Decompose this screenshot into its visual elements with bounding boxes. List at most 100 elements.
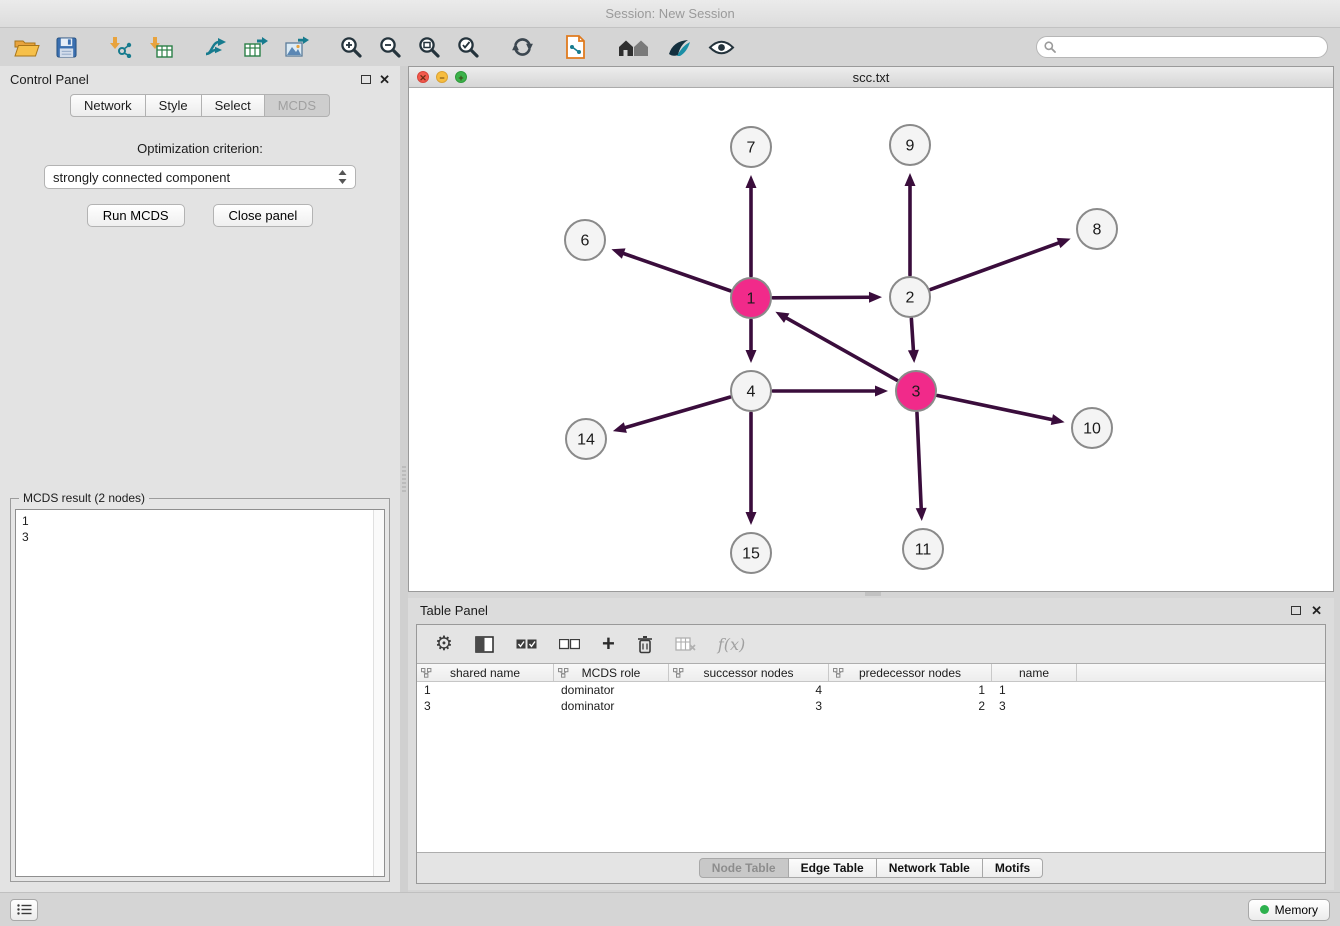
network-view[interactable]: 7 9 6 8 1 2 4 3 14 10 15 11 [409,89,1333,591]
graph-node[interactable]: 9 [890,125,930,165]
tab-motifs[interactable]: Motifs [983,858,1043,878]
delete-column-button[interactable] [635,633,655,656]
export-table-button[interactable] [242,34,271,60]
tab-edge-table[interactable]: Edge Table [789,858,877,878]
table-cell[interactable]: 4 [669,683,829,697]
graph-node[interactable]: 1 [731,278,771,318]
graph-node-label: 7 [747,140,756,157]
tab-network-table[interactable]: Network Table [877,858,983,878]
graph-node-label: 2 [906,290,915,307]
search-input[interactable] [1036,36,1328,58]
graph-node[interactable]: 15 [731,533,771,573]
table-cell[interactable]: dominator [554,699,669,713]
home-layout-button[interactable] [615,35,653,60]
graph-node[interactable]: 10 [1072,408,1112,448]
tab-style[interactable]: Style [146,94,202,117]
zoom-selected-button[interactable] [455,34,482,61]
graph-node[interactable]: 8 [1077,209,1117,249]
open-session-button[interactable] [12,35,42,60]
table-cell[interactable]: 2 [829,699,992,713]
graph-edge[interactable] [917,413,921,510]
table-cell[interactable]: 3 [417,699,554,713]
copy-style-button[interactable] [563,33,589,61]
style-group [563,33,589,61]
apply-style-button[interactable] [665,35,694,60]
graph-node[interactable]: 7 [731,127,771,167]
zoom-out-button[interactable] [377,34,404,61]
graph-edge[interactable] [773,297,871,298]
add-column-button[interactable]: + [600,631,617,657]
graph-node-label: 6 [581,233,590,250]
import-table-button[interactable] [146,34,175,60]
graph-edge[interactable] [785,317,897,380]
export-image-button[interactable] [283,34,312,60]
minimize-window-icon[interactable]: − [436,71,448,83]
run-mcds-button[interactable]: Run MCDS [87,204,185,227]
memory-button[interactable]: Memory [1248,899,1330,921]
show-hide-button[interactable] [706,37,737,58]
app-window: Session: New Session [0,0,1340,926]
select-all-button[interactable] [514,637,539,652]
fx-icon: f(x) [718,635,745,654]
graph-node[interactable]: 11 [903,529,943,569]
graph-edge[interactable] [911,319,913,352]
search-box [1036,36,1328,58]
table-cell[interactable]: 3 [992,699,1077,713]
maximize-window-icon[interactable]: + [455,71,467,83]
show-columns-button[interactable] [473,634,496,655]
graph-node[interactable]: 3 [896,371,936,411]
graph-node[interactable]: 6 [565,220,605,260]
graph-node[interactable]: 14 [566,419,606,459]
table-cell[interactable]: 1 [829,683,992,697]
graph-edge[interactable] [938,396,1054,420]
gear-icon: ⚙ [435,634,453,654]
float-table-panel-icon[interactable] [1291,606,1301,615]
close-panel-button[interactable]: Close panel [213,204,314,227]
function-builder-button[interactable]: f(x) [716,633,747,656]
refresh-icon [510,35,535,59]
table-cell[interactable]: 1 [992,683,1077,697]
import-network-button[interactable] [105,34,134,60]
deselect-all-button[interactable] [557,637,582,652]
float-panel-icon[interactable] [361,75,371,84]
network-scroll-nub[interactable] [865,592,881,596]
graph-node[interactable]: 2 [890,277,930,317]
criterion-select[interactable]: strongly connected component [44,165,356,189]
tab-select[interactable]: Select [202,94,265,117]
close-panel-icon[interactable]: ✕ [379,73,390,86]
table-cell[interactable]: 3 [669,699,829,713]
column-header-shared-name[interactable]: shared name [417,664,554,681]
graph-edge-arrowhead [869,292,882,303]
zoom-fit-button[interactable] [416,34,443,61]
column-header-predecessor-nodes[interactable]: predecessor nodes [829,664,992,681]
delete-table-button[interactable] [673,635,698,654]
network-canvas[interactable]: 7 9 6 8 1 2 4 3 14 10 15 11 [409,89,1333,592]
table-row[interactable]: 1dominator411 [417,682,1325,698]
refresh-view-button[interactable] [508,33,537,61]
graph-node[interactable]: 4 [731,371,771,411]
table-cell[interactable]: 1 [417,683,554,697]
graph-edge[interactable] [931,242,1061,289]
tab-network[interactable]: Network [70,94,146,117]
table-row[interactable]: 3dominator323 [417,698,1325,714]
close-window-icon[interactable]: ✕ [417,71,429,83]
column-header-name[interactable]: name [992,664,1077,681]
task-history-button[interactable] [10,899,38,921]
column-header-successor-nodes[interactable]: successor nodes [669,664,829,681]
save-session-button[interactable] [54,35,79,60]
mcds-result-list[interactable]: 1 3 [15,509,385,877]
table-cell[interactable]: dominator [554,683,669,697]
graph-edge[interactable] [622,253,730,291]
export-table-icon [244,36,269,58]
graph-edge[interactable] [623,397,729,428]
result-scrollbar[interactable] [373,510,384,876]
tab-node-table[interactable]: Node Table [699,858,789,878]
table-settings-button[interactable]: ⚙ [433,632,455,656]
column-header-mcds-role[interactable]: MCDS role [554,664,669,681]
export-network-button[interactable] [201,34,230,60]
zoom-in-button[interactable] [338,34,365,61]
vertical-splitter[interactable] [400,66,408,892]
close-table-panel-icon[interactable]: ✕ [1311,604,1322,617]
tab-mcds[interactable]: MCDS [265,94,330,117]
table-tabs: Node Table Edge Table Network Table Moti… [417,853,1325,883]
